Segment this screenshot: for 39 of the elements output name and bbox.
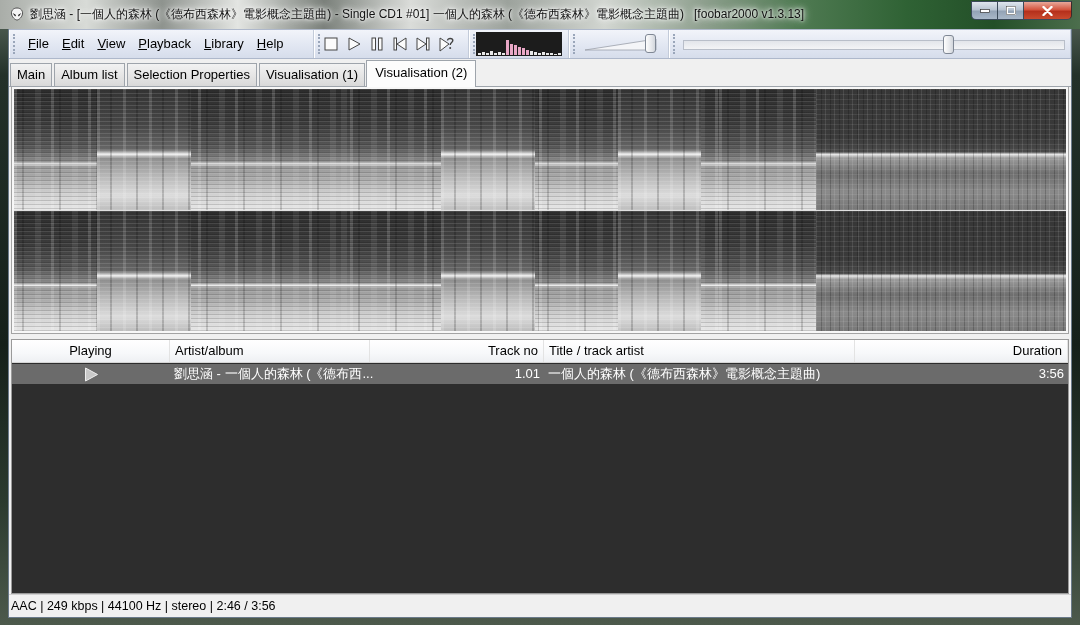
column-header[interactable]: Track no: [370, 340, 544, 362]
status-text: AAC | 249 kbps | 44100 Hz | stereo | 2:46 / 3:56: [11, 599, 276, 613]
table-cell: 3:56: [1038, 365, 1064, 383]
menu-item[interactable]: Playback: [133, 34, 197, 54]
playlist-row[interactable]: 劉思涵 - 一個人的森林 (《德布西... 1.01 一個人的森林 (《德布西森林》電影概念主題曲) 3:56: [12, 364, 1068, 384]
close-button[interactable]: [1023, 1, 1072, 20]
tab[interactable]: Main: [10, 63, 53, 86]
menu-item[interactable]: Help: [251, 34, 289, 54]
column-header[interactable]: Playing: [12, 340, 170, 362]
app-icon: [10, 7, 24, 21]
seek-thumb[interactable]: [942, 34, 954, 54]
tab[interactable]: Album list: [54, 63, 125, 86]
play-icon[interactable]: [347, 37, 361, 51]
volume-thumb[interactable]: [645, 34, 657, 53]
column-header[interactable]: Duration: [855, 340, 1068, 362]
table-cell: 1.01: [514, 365, 540, 383]
menu-item[interactable]: Library: [199, 34, 249, 54]
column-header[interactable]: Artist/album: [170, 340, 370, 362]
pause-icon[interactable]: [370, 37, 384, 51]
column-header[interactable]: Title / track artist: [544, 340, 855, 362]
table-cell: 劉思涵 - 一個人的森林 (《德布西...: [174, 365, 374, 383]
tab[interactable]: Selection Properties: [126, 63, 257, 86]
tab[interactable]: Visualisation (1): [258, 63, 366, 86]
maximize-button[interactable]: [997, 1, 1023, 20]
window-title: 劉思涵 - [一個人的森林 (《德布西森林》電影概念主題曲) - Single CD1 #01] 一個人的森林 (《德布西森林》電影概念主題曲) [foobar2000 v1.3.13]: [30, 7, 805, 22]
previous-icon[interactable]: [393, 37, 407, 51]
minimize-icon: [979, 8, 990, 13]
menu-item[interactable]: Edit: [56, 34, 90, 54]
table-cell: 一個人的森林 (《德布西森林》電影概念主題曲): [548, 365, 821, 383]
stop-icon[interactable]: [324, 37, 338, 51]
maximize-icon: [1005, 6, 1016, 15]
menu-item[interactable]: File: [23, 34, 54, 54]
menu-item[interactable]: View: [92, 34, 131, 54]
volume-slider[interactable]: [584, 34, 658, 54]
random-icon[interactable]: [439, 36, 454, 52]
tab[interactable]: Visualisation (2): [366, 60, 477, 87]
close-icon: [1042, 5, 1053, 16]
minimize-button[interactable]: [971, 1, 997, 20]
next-icon[interactable]: [416, 37, 430, 51]
